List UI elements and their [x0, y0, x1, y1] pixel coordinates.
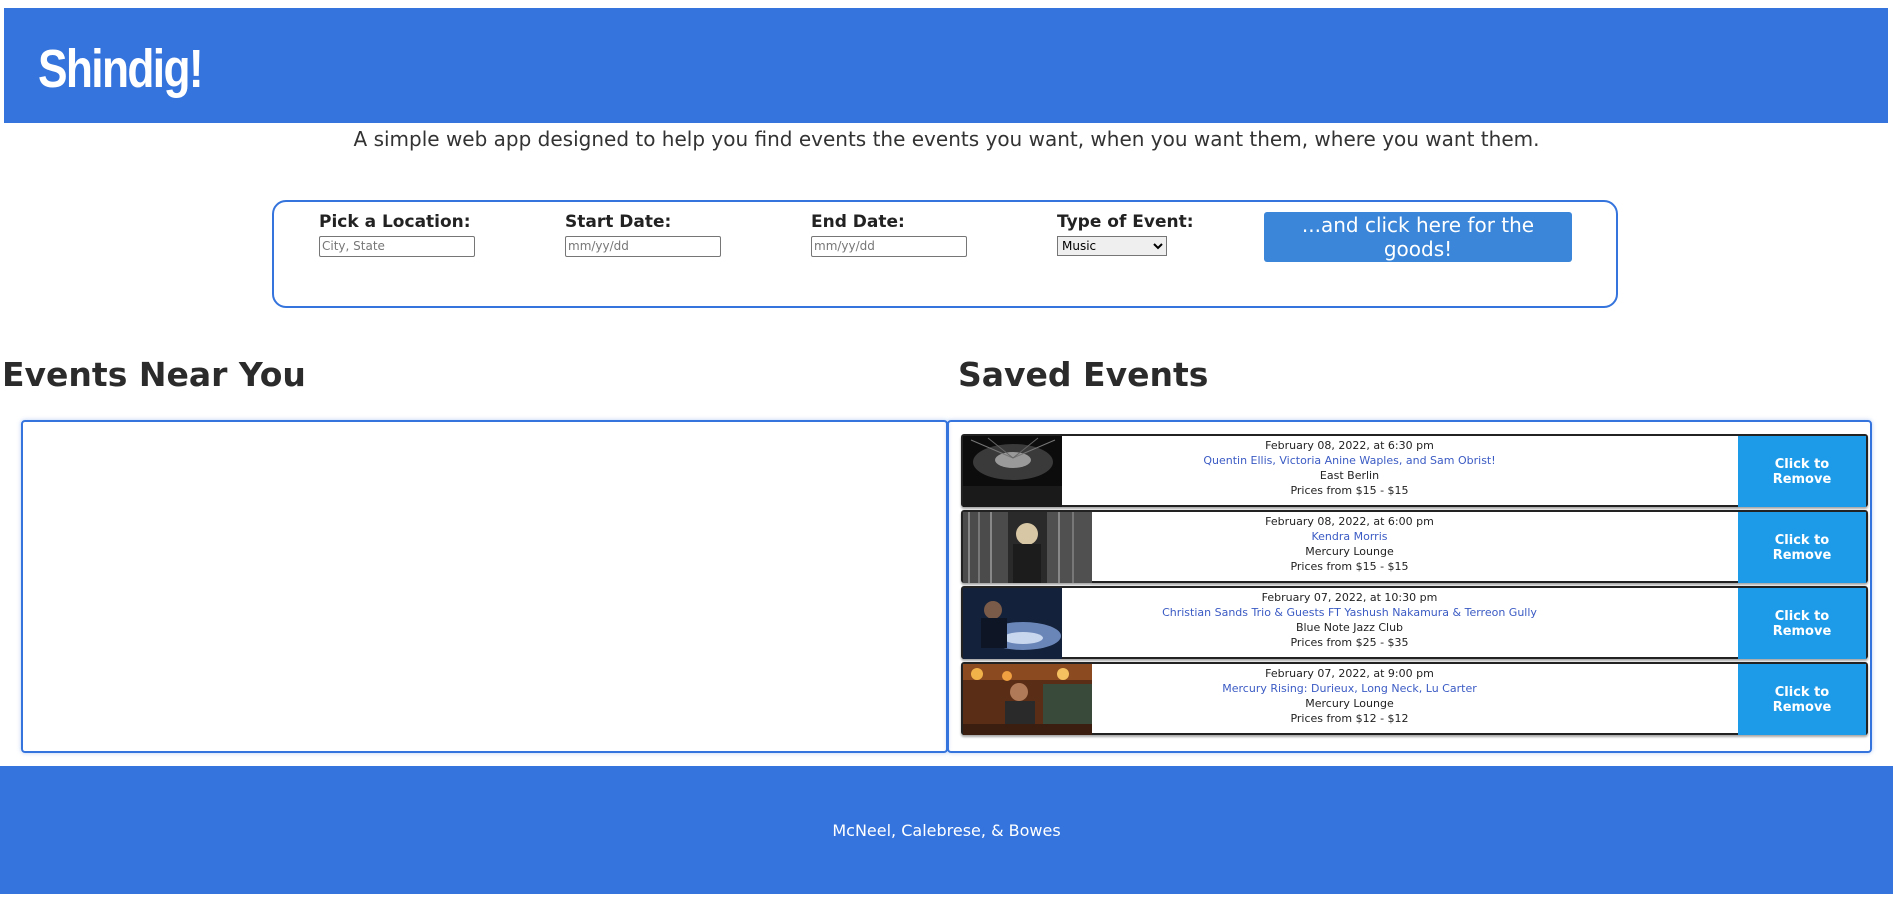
location-label: Pick a Location:: [319, 212, 471, 232]
event-price: Prices from $25 - $35: [1290, 636, 1409, 649]
event-date: February 07, 2022, at 9:00 pm: [1265, 667, 1434, 680]
end-date-input[interactable]: [811, 235, 967, 257]
remove-event-button[interactable]: Click to Remove: [1738, 436, 1866, 507]
remove-event-button[interactable]: Click to Remove: [1738, 588, 1866, 659]
start-date-input[interactable]: [565, 235, 721, 257]
event-info: February 08, 2022, at 6:00 pm Kendra Mor…: [963, 514, 1736, 574]
location-input[interactable]: [319, 235, 475, 257]
saved-events-title: Saved Events: [958, 355, 1209, 394]
event-venue: Mercury Lounge: [1305, 545, 1394, 558]
event-name-link[interactable]: Christian Sands Trio & Guests FT Yashush…: [963, 605, 1736, 620]
saved-event-card: February 08, 2022, at 6:30 pm Quentin El…: [961, 434, 1868, 507]
events-near-title: Events Near You: [2, 355, 306, 394]
event-price: Prices from $12 - $12: [1290, 712, 1409, 725]
event-date: February 08, 2022, at 6:30 pm: [1265, 439, 1434, 452]
event-type-label: Type of Event:: [1057, 212, 1194, 232]
event-info: February 07, 2022, at 9:00 pm Mercury Ri…: [963, 666, 1736, 726]
remove-event-button[interactable]: Click to Remove: [1738, 512, 1866, 583]
search-form: Pick a Location: Start Date: End Date: T…: [272, 200, 1618, 308]
tagline: A simple web app designed to help you fi…: [353, 127, 1540, 151]
events-near-panel: [21, 420, 948, 753]
end-date-field-group: End Date:: [811, 212, 967, 257]
event-name-link[interactable]: Kendra Morris: [963, 529, 1736, 544]
event-type-field-group: Type of Event: Music: [1057, 212, 1194, 256]
saved-event-card: February 08, 2022, at 6:00 pm Kendra Mor…: [961, 510, 1868, 583]
event-name-link[interactable]: Mercury Rising: Durieux, Long Neck, Lu C…: [963, 681, 1736, 696]
saved-events-panel: February 08, 2022, at 6:30 pm Quentin El…: [947, 420, 1872, 753]
event-date: February 08, 2022, at 6:00 pm: [1265, 515, 1434, 528]
start-date-label: Start Date:: [565, 212, 672, 232]
event-name-link[interactable]: Quentin Ellis, Victoria Anine Waples, an…: [963, 453, 1736, 468]
remove-event-button[interactable]: Click to Remove: [1738, 664, 1866, 735]
header-bar: Shindig!: [4, 8, 1888, 123]
start-date-field-group: Start Date:: [565, 212, 721, 257]
saved-event-card: February 07, 2022, at 10:30 pm Christian…: [961, 586, 1868, 659]
end-date-label: End Date:: [811, 212, 905, 232]
event-price: Prices from $15 - $15: [1290, 484, 1409, 497]
search-button[interactable]: ...and click here for the goods!: [1264, 212, 1572, 262]
location-field-group: Pick a Location:: [319, 212, 475, 257]
event-venue: Blue Note Jazz Club: [1295, 621, 1404, 634]
event-date: February 07, 2022, at 10:30 pm: [1261, 591, 1438, 604]
event-venue: East Berlin: [1319, 469, 1380, 482]
event-venue: Mercury Lounge: [1305, 697, 1394, 710]
app-logo: Shindig!: [38, 39, 204, 99]
footer-credits: McNeel, Calebrese, & Bowes: [832, 820, 1061, 840]
event-price: Prices from $15 - $15: [1290, 560, 1409, 573]
event-info: February 07, 2022, at 10:30 pm Christian…: [963, 590, 1736, 650]
event-info: February 08, 2022, at 6:30 pm Quentin El…: [963, 438, 1736, 498]
event-type-select[interactable]: Music: [1057, 236, 1167, 256]
saved-event-card: February 07, 2022, at 9:00 pm Mercury Ri…: [961, 662, 1868, 735]
footer-bar: McNeel, Calebrese, & Bowes: [0, 766, 1893, 894]
